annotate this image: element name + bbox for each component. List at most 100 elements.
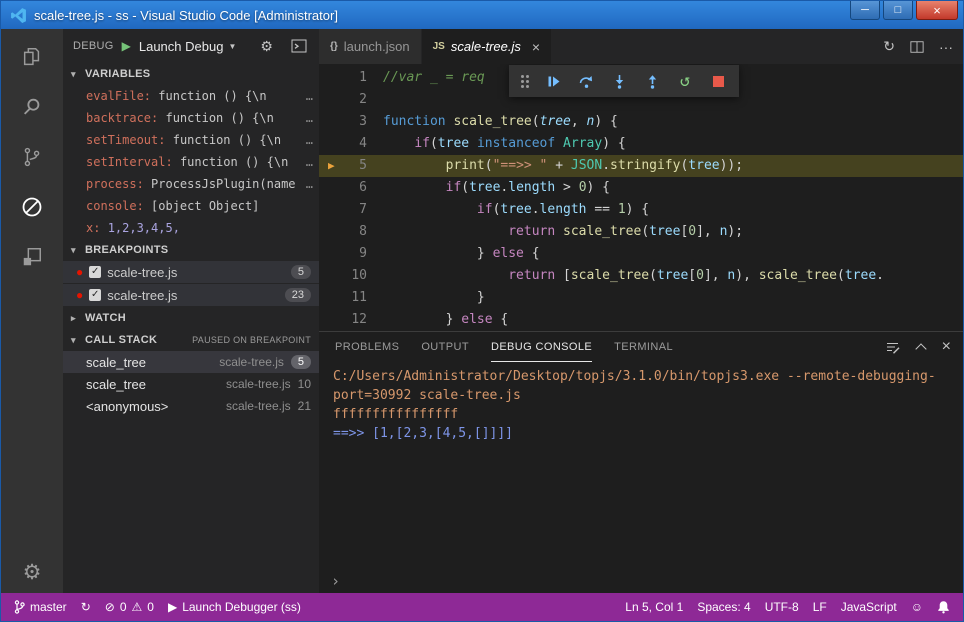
line-number-gutter[interactable]: 10	[319, 265, 383, 287]
cursor-position[interactable]: Ln 5, Col 1	[618, 593, 690, 621]
sync-button[interactable]: ↻	[74, 593, 98, 621]
configure-launch-icon[interactable]: ⚙	[260, 38, 273, 55]
code-line-3[interactable]: 3function scale_tree(tree, n) {	[319, 111, 963, 133]
breakpoint-file: scale-tree.js	[107, 265, 285, 280]
sync-icon[interactable]: ↻	[883, 38, 895, 55]
indentation-indicator[interactable]: Spaces: 4	[690, 593, 757, 621]
problems-indicator[interactable]: ⊘ 0 ⚠ 0	[98, 593, 161, 621]
line-number-gutter[interactable]: 3	[319, 111, 383, 133]
variable-row[interactable]: setTimeout: function () {\n…	[63, 129, 319, 151]
language-mode-indicator[interactable]: JavaScript	[834, 593, 904, 621]
breakpoint-row[interactable]: ●✓scale-tree.js5	[63, 261, 319, 283]
debug-config-dropdown[interactable]: Launch Debug ▼	[139, 39, 237, 54]
line-number-gutter[interactable]: 7	[319, 199, 383, 221]
eol-indicator[interactable]: LF	[806, 593, 834, 621]
panel-tab-output[interactable]: OUTPUT	[421, 332, 469, 362]
close-button[interactable]: ×	[916, 1, 958, 20]
tab-scale-tree.js[interactable]: JSscale-tree.js×	[422, 29, 553, 64]
line-number-gutter[interactable]: 8	[319, 221, 383, 243]
code-line-6[interactable]: 6 if(tree.length > 0) {	[319, 177, 963, 199]
source-control-icon[interactable]	[7, 135, 57, 179]
frame-function: scale_tree	[86, 355, 146, 370]
code-line-12[interactable]: 12 } else {	[319, 309, 963, 331]
variable-row[interactable]: evalFile: function () {\n…	[63, 85, 319, 107]
variable-row[interactable]: backtrace: function () {\n…	[63, 107, 319, 129]
step-over-button[interactable]	[577, 72, 595, 90]
code-line-10[interactable]: 10 return [scale_tree(tree[0], n), scale…	[319, 265, 963, 287]
line-number-gutter[interactable]: 6	[319, 177, 383, 199]
frame-file: scale-tree.js	[226, 377, 291, 391]
notifications-bell-icon[interactable]	[930, 593, 957, 621]
close-panel-icon[interactable]: ×	[942, 338, 951, 356]
clear-console-icon[interactable]	[885, 340, 900, 355]
breakpoint-row[interactable]: ●✓scale-tree.js23	[63, 284, 319, 306]
watch-section-header[interactable]: ▸ WATCH	[63, 307, 319, 329]
panel-tab-bar: PROBLEMS OUTPUT DEBUG CONSOLE TERMINAL	[319, 332, 963, 362]
git-branch-indicator[interactable]: master	[7, 593, 74, 621]
tab-launch.json[interactable]: {}launch.json	[319, 29, 422, 64]
continue-button[interactable]	[544, 72, 562, 90]
line-number-gutter[interactable]: ▶5	[319, 155, 383, 177]
tab-label: launch.json	[344, 39, 410, 54]
call-stack-section-header[interactable]: ▾ CALL STACK PAUSED ON BREAKPOINT	[63, 329, 319, 351]
more-actions-icon[interactable]: ···	[939, 39, 953, 55]
start-debugging-button[interactable]: ▶	[122, 39, 131, 53]
debug-sidebar-title: DEBUG	[73, 40, 114, 52]
minimize-button[interactable]: ─	[850, 1, 880, 20]
debug-icon[interactable]	[7, 185, 57, 229]
title-bar: scale-tree.js - ss - Visual Studio Code …	[1, 1, 963, 29]
panel-tab-problems[interactable]: PROBLEMS	[335, 332, 399, 362]
code-line-7[interactable]: 7 if(tree.length == 1) {	[319, 199, 963, 221]
split-editor-icon[interactable]	[910, 40, 924, 54]
variables-section-header[interactable]: ▾ VARIABLES	[63, 63, 319, 85]
call-stack-frame[interactable]: scale_treescale-tree.js5	[63, 351, 319, 373]
feedback-smiley-icon[interactable]: ☺	[904, 593, 930, 621]
code-line-9[interactable]: 9 } else {	[319, 243, 963, 265]
restart-button[interactable]: ↺	[676, 72, 694, 90]
encoding-indicator[interactable]: UTF-8	[758, 593, 806, 621]
line-number-gutter[interactable]: 4	[319, 133, 383, 155]
line-number-gutter[interactable]: 12	[319, 309, 383, 331]
code-editor[interactable]: 1//var _ = req23function scale_tree(tree…	[319, 64, 963, 331]
line-number-gutter[interactable]: 1	[319, 67, 383, 89]
variable-row[interactable]: setInterval: function () {\n…	[63, 151, 319, 173]
drag-handle[interactable]	[521, 75, 529, 88]
debug-launch-status[interactable]: ▶ Launch Debugger (ss)	[161, 593, 308, 621]
variable-row[interactable]: process: ProcessJsPlugin(name…	[63, 173, 319, 195]
step-out-button[interactable]	[643, 72, 661, 90]
variable-row[interactable]: x: 1,2,3,4,5,	[63, 217, 319, 239]
frame-function: scale_tree	[86, 377, 146, 392]
extensions-icon[interactable]	[7, 235, 57, 279]
breakpoint-checkbox[interactable]: ✓	[89, 289, 101, 301]
panel-tab-terminal[interactable]: TERMINAL	[614, 332, 673, 362]
call-stack-frame[interactable]: <anonymous>scale-tree.js21	[63, 395, 319, 417]
activity-bar: ⚙	[1, 29, 63, 593]
debug-console-input[interactable]	[346, 574, 951, 589]
debug-console-output: C:/Users/Administrator/Desktop/topjs/3.1…	[319, 362, 963, 569]
step-into-button[interactable]	[610, 72, 628, 90]
call-stack-frame[interactable]: scale_treescale-tree.js10	[63, 373, 319, 395]
settings-gear-icon[interactable]: ⚙	[1, 560, 63, 585]
stop-button[interactable]	[709, 72, 727, 90]
code-line-5[interactable]: ▶5 print("==>> " + JSON.stringify(tree))…	[319, 155, 963, 177]
search-icon[interactable]	[7, 85, 57, 129]
code-line-4[interactable]: 4 if(tree instanceof Array) {	[319, 133, 963, 155]
variable-row[interactable]: console: [object Object]	[63, 195, 319, 217]
maximize-panel-icon[interactable]	[917, 342, 925, 353]
breakpoints-section-header[interactable]: ▾ BREAKPOINTS	[63, 239, 319, 261]
close-tab-icon[interactable]: ×	[532, 39, 540, 55]
debug-console-toggle-icon[interactable]	[291, 39, 307, 53]
maximize-button[interactable]: □	[883, 1, 913, 20]
code-line-11[interactable]: 11 }	[319, 287, 963, 309]
call-stack-list: scale_treescale-tree.js5scale_treescale-…	[63, 351, 319, 417]
line-number-gutter[interactable]: 11	[319, 287, 383, 309]
breakpoint-checkbox[interactable]: ✓	[89, 266, 101, 278]
warning-count: 0	[147, 600, 154, 614]
line-number-gutter[interactable]: 2	[319, 89, 383, 111]
code-line-8[interactable]: 8 return scale_tree(tree[0], n);	[319, 221, 963, 243]
explorer-icon[interactable]	[7, 35, 57, 79]
twisty-open-icon: ▾	[71, 335, 80, 346]
panel-tab-debug-console[interactable]: DEBUG CONSOLE	[491, 332, 592, 362]
frame-file: scale-tree.js	[226, 399, 291, 413]
line-number-gutter[interactable]: 9	[319, 243, 383, 265]
